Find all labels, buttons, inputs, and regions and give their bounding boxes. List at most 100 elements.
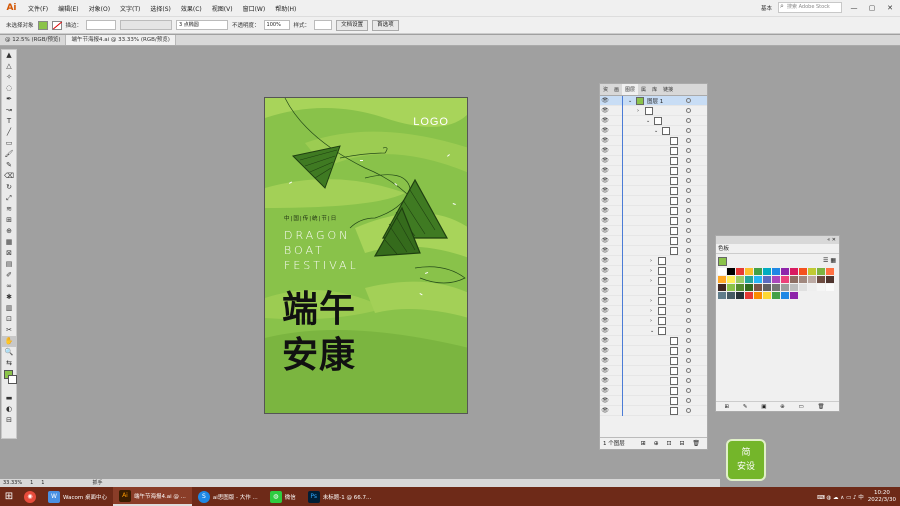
expand-arrow-icon[interactable]: › xyxy=(650,258,652,264)
target-icon[interactable] xyxy=(686,378,691,383)
target-icon[interactable] xyxy=(686,268,691,273)
target-icon[interactable] xyxy=(686,208,691,213)
taskbar-item-illustrator[interactable]: Ai 端午节海报4.ai @ ... xyxy=(112,487,192,506)
close-icon[interactable]: ✕ xyxy=(884,4,896,12)
eyedropper-icon[interactable]: ✐ xyxy=(2,270,16,281)
color-swatch[interactable] xyxy=(736,292,744,299)
target-icon[interactable] xyxy=(686,108,691,113)
magic-wand-icon[interactable]: ✧ xyxy=(2,72,16,83)
direct-selection-tool-icon[interactable]: △ xyxy=(2,61,16,72)
color-swatch[interactable] xyxy=(790,276,798,283)
color-swatch[interactable] xyxy=(799,276,807,283)
color-swatch[interactable] xyxy=(718,292,726,299)
layer-row[interactable]: 👁 ⌄ 图层 1 xyxy=(600,96,707,106)
color-swatch[interactable] xyxy=(763,276,771,283)
visibility-icon[interactable]: 👁 xyxy=(600,387,610,394)
visibility-icon[interactable]: 👁 xyxy=(600,127,610,134)
visibility-icon[interactable]: 👁 xyxy=(600,267,610,274)
layer-row[interactable]: 👁 xyxy=(600,136,707,146)
color-swatch[interactable] xyxy=(808,276,816,283)
menu-effect[interactable]: 效果(C) xyxy=(176,4,207,13)
expand-arrow-icon[interactable]: › xyxy=(650,298,652,304)
target-icon[interactable] xyxy=(686,368,691,373)
layer-row[interactable]: 👁 › xyxy=(600,266,707,276)
layer-row[interactable]: 👁 › xyxy=(600,296,707,306)
visibility-icon[interactable]: 👁 xyxy=(600,157,610,164)
menu-object[interactable]: 对象(O) xyxy=(84,4,115,13)
layer-row[interactable]: 👁 xyxy=(600,376,707,386)
color-swatch[interactable] xyxy=(781,268,789,275)
layer-row[interactable]: 👁 xyxy=(600,236,707,246)
layer-row[interactable]: 👁 › xyxy=(600,256,707,266)
layer-row[interactable]: 👁 xyxy=(600,196,707,206)
target-icon[interactable] xyxy=(686,398,691,403)
target-icon[interactable] xyxy=(686,148,691,153)
color-swatch[interactable] xyxy=(727,276,735,283)
fill-stroke-widget[interactable] xyxy=(2,369,17,393)
mesh-tool-icon[interactable]: ⊠ xyxy=(2,248,16,259)
layer-row[interactable]: 👁 xyxy=(600,156,707,166)
color-swatch[interactable] xyxy=(718,276,726,283)
expand-arrow-icon[interactable]: › xyxy=(650,268,652,274)
stock-search-input[interactable]: 搜索 Adobe Stock xyxy=(778,2,842,13)
layer-row[interactable]: 👁 xyxy=(600,406,707,416)
color-swatch[interactable] xyxy=(727,284,735,291)
color-swatch[interactable] xyxy=(826,284,834,291)
visibility-icon[interactable]: 👁 xyxy=(600,207,610,214)
document-tab-active[interactable]: 端午节海报4.ai @ 33.33% (RGB/预览) xyxy=(66,35,176,45)
target-icon[interactable] xyxy=(686,138,691,143)
target-icon[interactable] xyxy=(686,308,691,313)
target-icon[interactable] xyxy=(686,238,691,243)
style-dropdown[interactable] xyxy=(314,20,333,30)
color-swatch[interactable] xyxy=(781,284,789,291)
windows-start-icon[interactable]: ⊞ xyxy=(0,487,18,506)
expand-arrow-icon[interactable]: › xyxy=(650,308,652,314)
shaper-tool-icon[interactable]: ✎ xyxy=(2,160,16,171)
target-icon[interactable] xyxy=(686,228,691,233)
stroke-color-swatch[interactable] xyxy=(8,375,17,384)
eraser-icon[interactable]: ⌫ xyxy=(2,171,16,182)
visibility-icon[interactable]: 👁 xyxy=(600,227,610,234)
width-tool-icon[interactable]: ≋ xyxy=(2,204,16,215)
layer-row[interactable]: 👁 xyxy=(600,246,707,256)
expand-arrow-icon[interactable]: › xyxy=(650,318,652,324)
layer-row[interactable]: 👁 xyxy=(600,286,707,296)
color-swatch[interactable] xyxy=(754,276,762,283)
visibility-icon[interactable]: 👁 xyxy=(600,237,610,244)
color-swatch[interactable] xyxy=(826,276,834,283)
menu-select[interactable]: 选择(S) xyxy=(145,4,176,13)
symbol-sprayer-icon[interactable]: ✱ xyxy=(2,292,16,303)
layer-row[interactable]: 👁 xyxy=(600,386,707,396)
target-icon[interactable] xyxy=(686,168,691,173)
visibility-icon[interactable]: 👁 xyxy=(600,197,610,204)
visibility-icon[interactable]: 👁 xyxy=(600,177,610,184)
lasso-icon[interactable]: ◌ xyxy=(2,83,16,94)
artboard-tool-icon[interactable]: ⊡ xyxy=(2,314,16,325)
color-swatch[interactable] xyxy=(763,268,771,275)
shape-builder-icon[interactable]: ⊕ xyxy=(2,226,16,237)
target-icon[interactable] xyxy=(686,328,691,333)
target-icon[interactable] xyxy=(686,128,691,133)
color-swatch[interactable] xyxy=(790,284,798,291)
curvature-tool-icon[interactable]: ↝ xyxy=(2,105,16,116)
color-swatch[interactable] xyxy=(718,268,726,275)
perspective-grid-icon[interactable]: ▦ xyxy=(2,237,16,248)
visibility-icon[interactable]: 👁 xyxy=(600,257,610,264)
target-icon[interactable] xyxy=(686,358,691,363)
tab-artboards[interactable]: 画 xyxy=(611,84,622,95)
workspace-switcher[interactable]: 基本 xyxy=(761,4,772,12)
expand-arrow-icon[interactable]: › xyxy=(637,108,639,114)
color-swatch[interactable] xyxy=(772,276,780,283)
visibility-icon[interactable]: 👁 xyxy=(600,187,610,194)
target-icon[interactable] xyxy=(686,338,691,343)
zoom-level[interactable]: 33.33% xyxy=(3,479,22,487)
color-swatch[interactable] xyxy=(718,284,726,291)
view-toggle-icons[interactable]: ☰ ▦ xyxy=(823,257,836,264)
swatches-panel-header[interactable]: « ✕ xyxy=(716,236,839,244)
target-icon[interactable] xyxy=(686,118,691,123)
color-swatch[interactable] xyxy=(736,268,744,275)
document-setup-button[interactable]: 文档设置 xyxy=(336,19,369,31)
screen-mode-icon[interactable]: ⊟ xyxy=(2,415,16,426)
taskbar-item-photoshop[interactable]: Ps 未标题-1 @ 66.7... xyxy=(302,487,377,506)
layer-row[interactable]: 👁 xyxy=(600,366,707,376)
